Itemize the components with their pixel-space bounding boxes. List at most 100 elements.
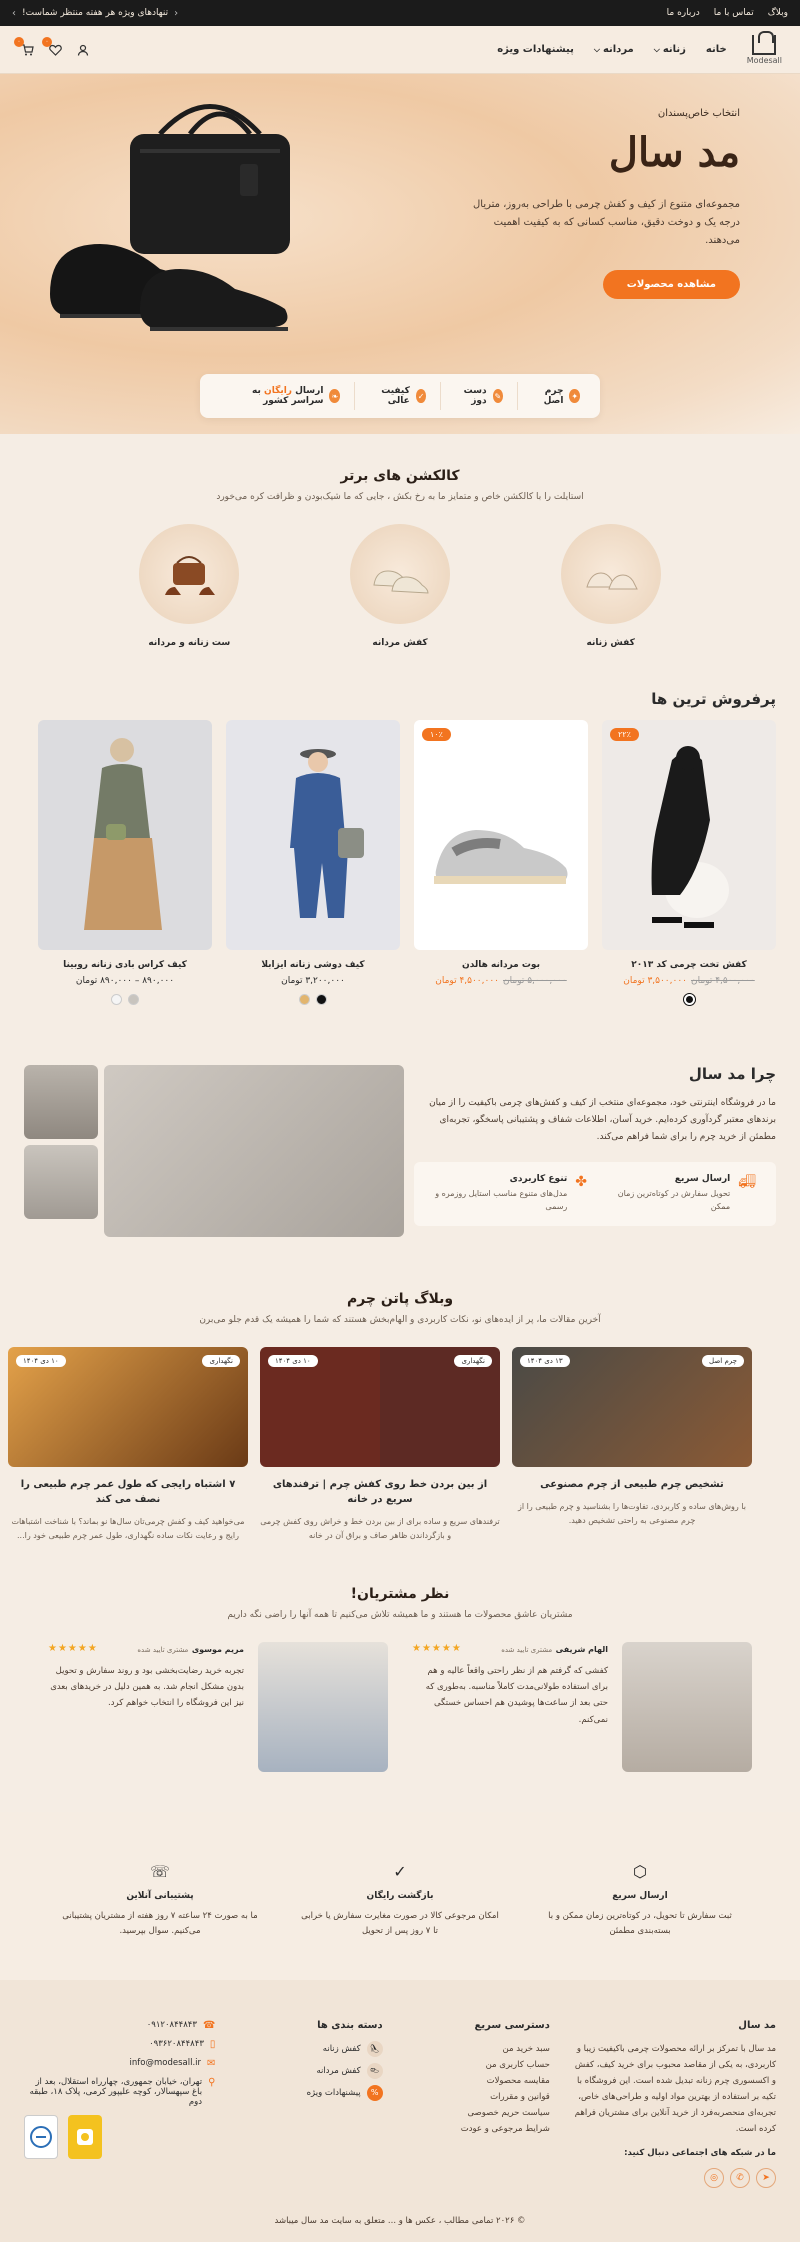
why-box-desc: تحویل سفارش در کوتاه‌ترین زمان ممکن [617,1189,731,1212]
post-title: از بین بردن خط روی کفش چرم | ترفندهای سر… [272,1479,488,1505]
blog-post[interactable]: نگهداری ۱۰ دی ۱۴۰۴ ۷ اشتباه رایجی که طول… [8,1347,248,1542]
post-excerpt: ترفندهای سریع و ساده برای از بین بردن خط… [260,1517,500,1540]
feature-label: دست دوز [463,386,487,406]
post-excerpt: می‌خواهید کیف و کفش چرمی‌تان سال‌ها نو ب… [11,1517,245,1540]
nav-home[interactable]: خانه [706,44,727,55]
whatsapp-icon[interactable]: ✆ [730,2167,750,2188]
review-text: تجربه خرید رضایت‌بخشی بود و روند سفارش و… [50,1666,244,1709]
color-swatch-black[interactable] [316,994,327,1005]
chevron-left-icon[interactable]: ‹ [174,8,178,19]
product-card[interactable]: کیف دوشی زنانه ایزابلا ۳,۲۰۰,۰۰۰ تومان [226,720,400,1005]
blog-post[interactable]: نگهداری ۱۰ دی ۱۴۰۴ از بین بردن خط روی کف… [260,1347,500,1542]
badge-check-icon: ✓ [393,1862,407,1882]
chevron-down-icon: ⌵ [593,45,600,54]
review-header: مریم موسوی مشتری تایید شده ★★★★★ [48,1642,244,1655]
top-bar: وبلاگ تماس با ما درباره ما ‹ تنهادهای وی… [0,0,800,26]
header-icons: ۰ ۰ [14,36,92,59]
blog-title: وبلاگ پاتن چرم [346,1291,454,1307]
top-link-contact[interactable]: تماس با ما [714,8,754,18]
color-swatch-tan[interactable] [299,994,310,1005]
category-label: پیشنهادات ویژه [306,2087,361,2098]
footer-category[interactable]: 👠︎ کفش زنانه [235,2040,383,2057]
contact-mobile[interactable]: ▯ ۰۹۳۶۲۰۸۴۴۸۴۳ [24,2039,215,2050]
product-image: ۱۰٪ [414,720,588,950]
discount-badge: ۱۰٪ [422,728,451,741]
logo-text: Modesall [746,55,782,65]
product-carousel: ۲۲٪ کفش تخت چرمی کد ۲۰۱۳ ۴,۵۰۰,۰۰۰ تومان… [0,720,800,1006]
quick-link[interactable]: سیاست حریم خصوصی [403,2105,549,2121]
product-price: ۸۹۰,۰۰۰ – ۸۹۰,۰۰۰ تومان [38,976,212,986]
blog-subtitle: آخرین مقالات ما، پر از ایده‌های نو، نکات… [199,1315,601,1325]
product-card[interactable]: ۱۰٪ بوت مردانه هالدن ۵,۰۰۰,۰۰۰ تومان ۴,۵۰… [414,720,588,1005]
collection-women-shoes[interactable]: کفش زنانه [560,524,661,648]
hero-title: مد سال [608,129,740,176]
contact-email[interactable]: ✉ info@modesall.ir [24,2058,216,2069]
product-name: کیف کراس بادی زنانه روبینا [63,960,187,970]
feature-handmade: ✎ دست دوز [440,382,517,410]
product-price: ۵,۰۰۰,۰۰۰ تومان ۴,۵۰۰,۰۰۰ تومان [414,976,588,986]
post-tag: نگهداری [454,1355,492,1367]
feature-label: کیفیت عالی [381,386,410,406]
trust-badges [24,2114,215,2159]
feature-label: ارسال رایگان به سراسر کشور [220,386,323,406]
color-swatch-gray[interactable] [128,994,139,1005]
services-section: ⬡ ارسال سریع ثبت سفارش تا تحویل، در کوتا… [0,1812,800,1980]
mobile-number: ۰۹۳۶۲۰۸۴۴۸۴۳ [149,2038,204,2049]
blog-image: نگهداری ۱۰ دی ۱۴۰۴ [260,1347,500,1467]
footer-about-text: مد سال با تمرکز بر ارائه محصولات چرمی با… [574,2043,776,2135]
wishlist-heart-icon[interactable]: ۰ [42,36,64,59]
collection-men-shoes[interactable]: کفش مردانه [350,524,451,648]
product-new-price: ۴,۵۰۰,۰۰۰ تومان [435,976,499,986]
reviews-list: الهام شریفی مشتری تایید شده ★★★★★ کفشی ک… [24,1642,776,1773]
collection-image [350,524,451,624]
telegram-icon[interactable]: ➤ [756,2167,776,2188]
footer-category[interactable]: 👞︎ کفش مردانه [235,2062,383,2079]
quick-link[interactable]: شرایط مرجوعی و عودت [403,2121,550,2137]
service-free-return: ✓ بازگشت رایگان امکان مرجوعی کالا در صور… [300,1862,500,1940]
contact-phone[interactable]: ☎ ۰۹۱۲۰۸۴۴۸۴۳ [24,2019,216,2031]
quick-link[interactable]: قوانین و مقررات [403,2089,550,2105]
instagram-icon[interactable]: ◎ [704,2167,724,2188]
collections-list: کفش زنانه کفش مردانه ست زنانه و مردانه [24,524,776,648]
footer-category[interactable]: % پیشنهادات ویژه [235,2084,383,2101]
nav-men[interactable]: مردانه⌵ [594,44,634,55]
footer-social-title: ما در شبکه های اجتماعی دنبال کنید: [624,2147,776,2158]
quick-link[interactable]: سبد خرید من [403,2041,550,2057]
footer-columns: مد سال مد سال با تمرکز بر ارائه محصولات … [24,2020,776,2188]
color-swatch-white[interactable] [111,994,122,1005]
blog-image: نگهداری ۱۰ دی ۱۴۰۴ [8,1347,248,1467]
chevron-right-icon[interactable]: › [12,8,16,19]
product-image [38,720,212,950]
leather-icon: ✦ [569,389,580,403]
view-products-button[interactable]: مشاهده محصولات [602,270,740,299]
nav-women[interactable]: زنانه⌵ [654,44,686,55]
product-price-value: ۸۹۰,۰۰۰ – ۸۹۰,۰۰۰ تومان [75,976,175,986]
phone-number: ۰۹۱۲۰۸۴۴۸۴۳ [146,2019,197,2030]
why-small-images [24,1065,98,1237]
quick-link[interactable]: مقایسه محصولات [403,2073,550,2089]
post-excerpt: با روش‌های ساده و کاربردی، تفاوت‌ها را ب… [518,1502,746,1525]
cart-icon[interactable]: ۰ [14,36,36,59]
color-swatch-black[interactable] [682,993,696,1006]
footer-cat-title: دسته بندی ها [317,2019,383,2031]
location-pin-icon: ⚲ [208,2076,216,2088]
service-title: بازگشت رایگان [366,1891,434,1902]
logo[interactable]: Modesall [746,30,782,65]
footer-quick-title: دسترسی سریع [474,2019,550,2031]
top-link-blog[interactable]: وبلاگ [768,8,788,18]
reviewer-name: الهام شریفی [555,1645,608,1655]
star-rating-icon: ★★★★★ [412,1643,462,1655]
top-link-about[interactable]: درباره ما [667,8,700,18]
product-card[interactable]: ۲۲٪ کفش تخت چرمی کد ۲۰۱۳ ۴,۵۰۰,۰۰۰ تومان… [602,720,776,1006]
nav-offers[interactable]: پیشنهادات ویژه [497,44,574,55]
samandehi-badge[interactable] [68,2114,102,2159]
collection-set[interactable]: ست زنانه و مردانه [139,524,240,648]
chevron-down-icon: ⌵ [653,45,660,54]
blog-post[interactable]: چرم اصل ۱۳ دی ۱۴۰۴ تشخیص چرم طبیعی از چر… [512,1347,752,1542]
product-card[interactable]: کیف کراس بادی زنانه روبینا ۸۹۰,۰۰۰ – ۸۹۰… [38,720,212,1005]
user-icon[interactable] [74,41,92,59]
enamad-badge[interactable] [24,2114,58,2159]
quick-link[interactable]: حساب کاربری من [403,2057,550,2073]
review-card: الهام شریفی مشتری تایید شده ★★★★★ کفشی ک… [412,1642,752,1773]
footer-about: مد سال مد سال با تمرکز بر ارائه محصولات … [570,2020,776,2188]
